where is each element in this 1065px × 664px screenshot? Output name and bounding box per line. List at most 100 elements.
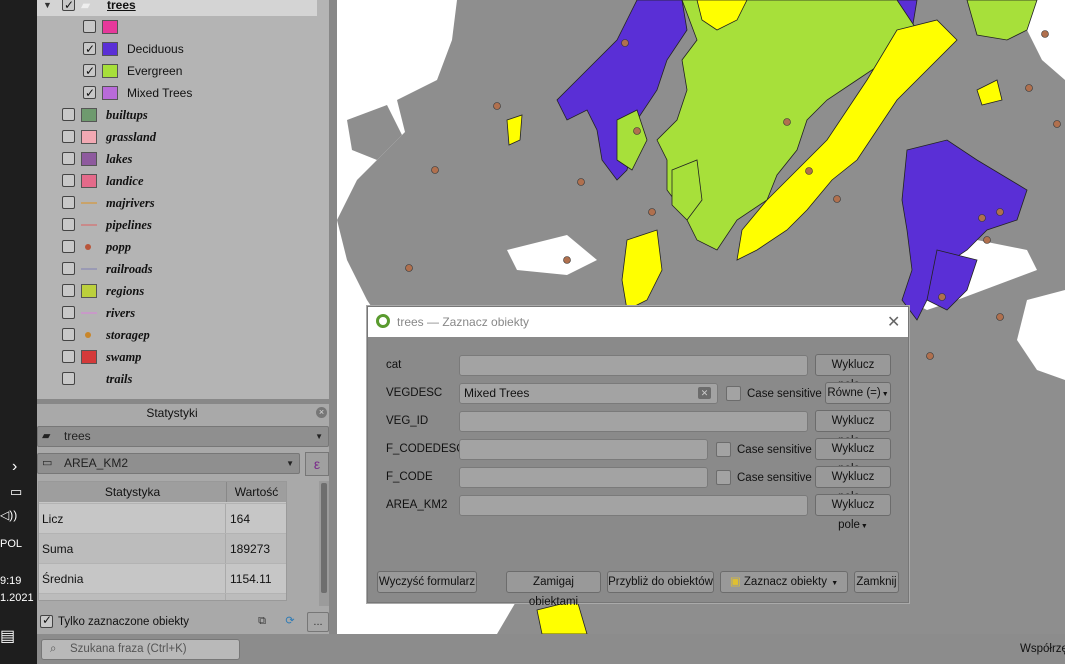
layer-symbol-icon <box>81 224 97 226</box>
layer-symbol-icon <box>81 108 97 122</box>
poi-point <box>926 352 934 360</box>
layer-visibility-checkbox[interactable] <box>62 218 75 231</box>
layer-visibility-checkbox[interactable] <box>62 174 75 187</box>
field-input-area-km2[interactable] <box>459 495 808 516</box>
table-row[interactable]: Licz 164 <box>39 503 286 534</box>
flash-features-button[interactable]: Zamigaj obiektami <box>506 571 601 608</box>
field-label-area-km2: AREA_KM2 <box>386 499 448 511</box>
table-row[interactable]: Mediana280.000 <box>39 593 286 600</box>
field-input-f-codedesc[interactable] <box>459 439 708 460</box>
layer-visibility-checkbox[interactable] <box>62 130 75 143</box>
layer-visibility-checkbox[interactable] <box>83 20 96 33</box>
table-row[interactable]: Średnia 1154.11 <box>39 563 286 594</box>
layer-item-trees[interactable]: ▼ ▰ trees <box>37 0 317 16</box>
layer-visibility-checkbox[interactable] <box>83 38 96 60</box>
field-label-veg-id: VEG_ID <box>386 415 429 427</box>
layer-visibility-checkbox[interactable] <box>62 350 75 363</box>
dialog-title: trees — Zaznacz obiekty <box>397 315 530 329</box>
layer-item-swamp[interactable]: swamp <box>37 346 317 368</box>
select-features-dialog: trees — Zaznacz obiekty ✕ cat Wyklucz pol… <box>367 306 909 608</box>
layer-symbol-icon <box>81 174 97 188</box>
clock-date[interactable]: 1.2021 <box>0 592 37 604</box>
layer-item-evergreen[interactable]: Evergreen <box>37 60 317 82</box>
copy-icon[interactable]: ⧉ <box>252 612 272 632</box>
field-input-cat[interactable] <box>459 355 808 376</box>
layer-item-trees-none[interactable] <box>37 16 317 38</box>
statistics-scrollbar[interactable] <box>319 481 329 606</box>
operator-select-f-code[interactable]: Wyklucz pole▼ <box>815 466 891 503</box>
close-icon[interactable]: × <box>316 407 327 418</box>
dialog-titlebar[interactable]: trees — Zaznacz obiekty ✕ <box>368 307 908 337</box>
layer-item-builtups[interactable]: builtups <box>37 104 317 126</box>
clear-form-button[interactable]: Wyczyść formularz <box>377 571 477 593</box>
checkbox[interactable] <box>726 386 741 401</box>
close-button[interactable]: Zamknij <box>854 571 899 593</box>
field-label-f-code: F_CODE <box>386 471 433 483</box>
scroll-thumb[interactable] <box>321 483 327 593</box>
clear-icon[interactable]: ✕ <box>698 387 711 399</box>
clear-form-label: Wyczyść formularz <box>378 576 476 588</box>
table-row[interactable]: Suma 189273 <box>39 533 286 564</box>
layer-item-rivers[interactable]: rivers <box>37 302 317 324</box>
layer-item-railroads[interactable]: railroads <box>37 258 317 280</box>
operator-select-vegdesc[interactable]: Równe (=)▼ <box>825 382 891 404</box>
expand-arrow-icon[interactable]: ▼ <box>43 0 52 16</box>
layer-visibility-checkbox[interactable] <box>83 60 96 82</box>
operator-select-f-codedesc[interactable]: Wyklucz pole▼ <box>815 438 891 475</box>
layer-item-pipelines[interactable]: pipelines <box>37 214 317 236</box>
operator-select-veg-id[interactable]: Wyklucz pole▼ <box>815 410 891 447</box>
layer-symbol-icon <box>81 202 97 204</box>
close-icon[interactable]: ✕ <box>887 312 900 332</box>
clock-time[interactable]: 9:19 <box>0 575 37 587</box>
windows-taskbar: › ▭ ◁)) POL 9:19 1.2021 ▤ <box>0 0 37 664</box>
layer-visibility-checkbox[interactable] <box>62 284 75 297</box>
layer-item-mixed[interactable]: Mixed Trees <box>37 82 317 104</box>
layer-visibility-checkbox[interactable] <box>62 328 75 341</box>
column-header-value[interactable]: Wartość <box>227 482 286 502</box>
layer-item-trails[interactable]: trails <box>37 368 317 390</box>
field-input-vegdesc[interactable]: Mixed Trees ✕ <box>459 383 718 404</box>
layer-visibility-checkbox[interactable] <box>62 262 75 275</box>
layer-item-storagep[interactable]: storagep <box>37 324 317 346</box>
operator-select-cat[interactable]: Wyklucz pole▼ <box>815 354 891 391</box>
layer-item-majrivers[interactable]: majrivers <box>37 192 317 214</box>
refresh-icon[interactable]: ⟳ <box>280 612 300 632</box>
language-indicator[interactable]: POL <box>0 538 37 550</box>
layer-item-landice[interactable]: landice <box>37 170 317 192</box>
checkbox[interactable] <box>40 611 53 629</box>
operator-select-area-km2[interactable]: Wyklucz pole▼ <box>815 494 891 531</box>
select-features-button[interactable]: ▣ Zaznacz obiekty ▼ <box>720 571 848 593</box>
field-value: Mixed Trees <box>464 386 530 400</box>
poi-point <box>996 313 1004 321</box>
column-header-stat[interactable]: Statystyka <box>39 482 227 502</box>
layer-item-lakes[interactable]: lakes <box>37 148 317 170</box>
search-input[interactable]: ⌕ Szukana fraza (Ctrl+K) <box>41 639 240 660</box>
layer-symbol-icon <box>85 332 91 338</box>
layer-select[interactable]: ▰ trees ▼ <box>37 426 329 447</box>
layer-visibility-checkbox[interactable] <box>62 0 75 16</box>
field-select[interactable]: ▭ AREA_KM2 ▼ <box>37 453 300 474</box>
zoom-to-features-button[interactable]: Przybliż do obiektów <box>607 571 714 593</box>
checkbox[interactable] <box>716 470 731 485</box>
layer-item-deciduous[interactable]: Deciduous <box>37 38 317 60</box>
notifications-icon[interactable]: ▤ <box>0 626 37 646</box>
layer-item-regions[interactable]: regions <box>37 280 317 302</box>
layer-item-grassland[interactable]: grassland <box>37 126 317 148</box>
poi-point <box>996 208 1004 216</box>
checkbox[interactable] <box>716 442 731 457</box>
layer-visibility-checkbox[interactable] <box>62 108 75 121</box>
layer-visibility-checkbox[interactable] <box>62 306 75 319</box>
search-icon: ⌕ <box>50 643 57 655</box>
layer-visibility-checkbox[interactable] <box>62 240 75 253</box>
field-label-cat: cat <box>386 359 402 371</box>
layer-visibility-checkbox[interactable] <box>62 152 75 165</box>
field-input-f-code[interactable] <box>459 467 708 488</box>
layer-item-popp[interactable]: popp <box>37 236 317 258</box>
speaker-icon[interactable]: ◁)) <box>0 508 37 522</box>
more-button[interactable]: ... <box>307 612 329 632</box>
layer-visibility-checkbox[interactable] <box>83 82 96 104</box>
expression-button[interactable]: ε <box>305 452 329 476</box>
layer-visibility-checkbox[interactable] <box>62 372 75 385</box>
field-input-veg-id[interactable] <box>459 411 808 432</box>
layer-visibility-checkbox[interactable] <box>62 196 75 209</box>
